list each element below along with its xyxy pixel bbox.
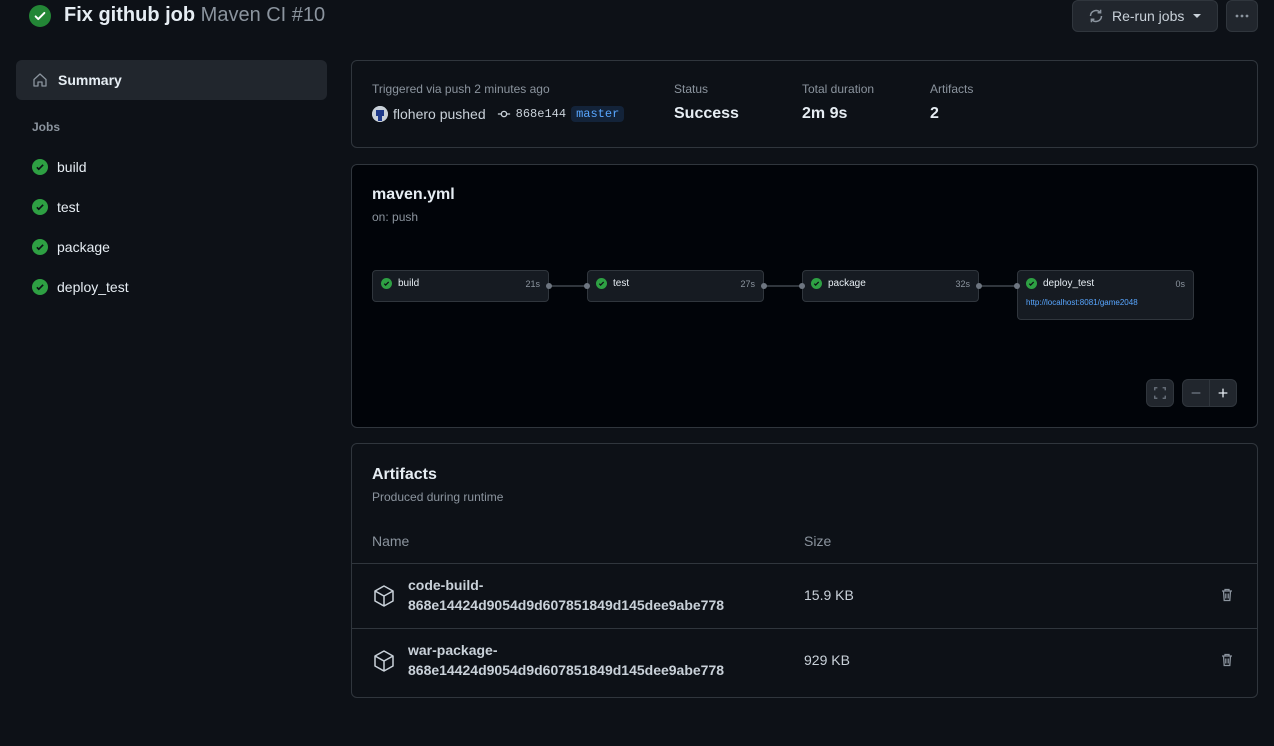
artifacts-subtitle: Produced during runtime (372, 490, 504, 504)
success-check-icon (32, 159, 48, 175)
column-header-size: Size (804, 533, 832, 549)
graph-node-package[interactable]: package 32s (799, 270, 982, 302)
trash-icon (1219, 587, 1235, 603)
artifact-name-link[interactable]: war-package- 868e14424d9054d9d607851849d… (408, 640, 724, 680)
rerun-jobs-button[interactable]: Re-run jobs (1072, 0, 1218, 32)
graph-port (976, 283, 982, 289)
graph-port (761, 283, 767, 289)
workflow-trigger: on: push (372, 210, 419, 224)
artifact-name-line: war-package- (408, 642, 498, 658)
sidebar-item-summary[interactable]: Summary (16, 60, 327, 100)
graph-node-duration: 32s (955, 278, 970, 289)
push-info: flohero pushed 868e144 master (372, 106, 625, 122)
graph-node-duration: 21s (525, 278, 540, 289)
graph-node-label: deploy_test (1043, 278, 1095, 289)
commit-sha-link[interactable]: 868e144 (516, 107, 566, 121)
actor-text: flohero pushed (393, 106, 486, 122)
caret-down-icon (1192, 11, 1202, 21)
workflow-file-name[interactable]: maven.yml (372, 186, 455, 204)
delete-artifact-button[interactable] (1219, 587, 1235, 603)
sync-icon (1088, 8, 1104, 24)
graph-connector (764, 285, 802, 287)
workflow-run-name: Maven CI #10 (200, 4, 326, 26)
page-title: Fix github job Maven CI #10 (64, 3, 325, 27)
graph-node-label: package (828, 278, 866, 289)
delete-artifact-button[interactable] (1219, 652, 1235, 668)
graph-node-deploy-test[interactable]: deploy_test 0s http://localhost:8081/gam… (1014, 270, 1194, 320)
artifacts-count: 2 (930, 105, 939, 122)
success-check-icon (32, 279, 48, 295)
sidebar-job-label: build (57, 159, 87, 175)
zoom-out-button[interactable] (1182, 379, 1210, 407)
artifact-name-line: code-build- (408, 577, 484, 593)
workflow-graph-panel: maven.yml on: push build 21s test 27s pa… (351, 164, 1258, 428)
sidebar-job-deploy-test[interactable]: deploy_test (16, 271, 327, 303)
artifacts-panel: Artifacts Produced during runtime Name S… (351, 443, 1258, 698)
graph-connector (979, 285, 1017, 287)
plus-icon (1216, 386, 1230, 400)
success-check-icon (29, 5, 51, 27)
status-label: Status (674, 82, 709, 96)
success-check-icon (596, 278, 607, 289)
graph-port (799, 283, 805, 289)
success-check-icon (1026, 278, 1037, 289)
branch-badge[interactable]: master (571, 106, 625, 122)
trash-icon (1219, 652, 1235, 668)
trigger-info: Triggered via push 2 minutes ago (372, 82, 550, 96)
more-options-button[interactable] (1226, 0, 1258, 32)
artifact-size: 15.9 KB (804, 587, 854, 603)
kebab-horizontal-icon (1234, 8, 1250, 24)
zoom-in-button[interactable] (1209, 379, 1237, 407)
environment-url-link[interactable]: http://localhost:8081/game2048 (1026, 298, 1138, 307)
graph-port (584, 283, 590, 289)
artifacts-title: Artifacts (372, 466, 437, 483)
column-header-name: Name (372, 533, 410, 549)
graph-port (1014, 283, 1020, 289)
success-check-icon (811, 278, 822, 289)
artifact-name-line: 868e14424d9054d9d607851849d145dee9abe778 (408, 662, 725, 678)
table-row: code-build- 868e14424d9054d9d607851849d1… (352, 563, 1257, 629)
rerun-jobs-label: Re-run jobs (1112, 8, 1185, 24)
graph-node-label: test (613, 278, 630, 289)
package-icon (372, 649, 396, 673)
graph-node-duration: 0s (1175, 278, 1185, 289)
sidebar-summary-label: Summary (58, 72, 122, 88)
duration-value: 2m 9s (802, 105, 848, 122)
graph-node-test[interactable]: test 27s (584, 270, 767, 302)
sidebar-job-label: package (57, 239, 110, 255)
success-check-icon (381, 278, 392, 289)
graph-node-duration: 27s (740, 278, 755, 289)
artifact-name-link[interactable]: code-build- 868e14424d9054d9d607851849d1… (408, 575, 724, 615)
artifacts-table-header: Name Size (352, 524, 1257, 564)
fullscreen-button[interactable] (1146, 379, 1174, 407)
graph-connector (549, 285, 587, 287)
artifact-name-line: 868e14424d9054d9d607851849d145dee9abe778 (408, 597, 725, 613)
sidebar-job-label: deploy_test (57, 279, 129, 295)
minus-icon (1189, 386, 1203, 400)
avatar[interactable] (372, 106, 388, 122)
status-value: Success (674, 105, 739, 122)
run-title: Fix github job (64, 4, 196, 26)
artifact-size: 929 KB (804, 652, 850, 668)
sidebar-job-package[interactable]: package (16, 231, 327, 263)
sidebar-job-build[interactable]: build (16, 151, 327, 183)
graph-node-build[interactable]: build 21s (372, 270, 552, 302)
graph-node-label: build (398, 278, 420, 289)
sidebar-job-test[interactable]: test (16, 191, 327, 223)
table-row: war-package- 868e14424d9054d9d607851849d… (352, 628, 1257, 694)
success-check-icon (32, 239, 48, 255)
artifacts-label: Artifacts (930, 82, 974, 96)
duration-label: Total duration (802, 82, 875, 96)
home-icon (32, 72, 48, 88)
fullscreen-icon (1153, 386, 1167, 400)
sidebar-job-label: test (57, 199, 80, 215)
jobs-heading: Jobs (32, 120, 61, 134)
package-icon (372, 584, 396, 608)
run-summary-panel: Triggered via push 2 minutes ago flohero… (351, 60, 1258, 148)
git-commit-icon (497, 107, 511, 121)
graph-port (546, 283, 552, 289)
success-check-icon (32, 199, 48, 215)
